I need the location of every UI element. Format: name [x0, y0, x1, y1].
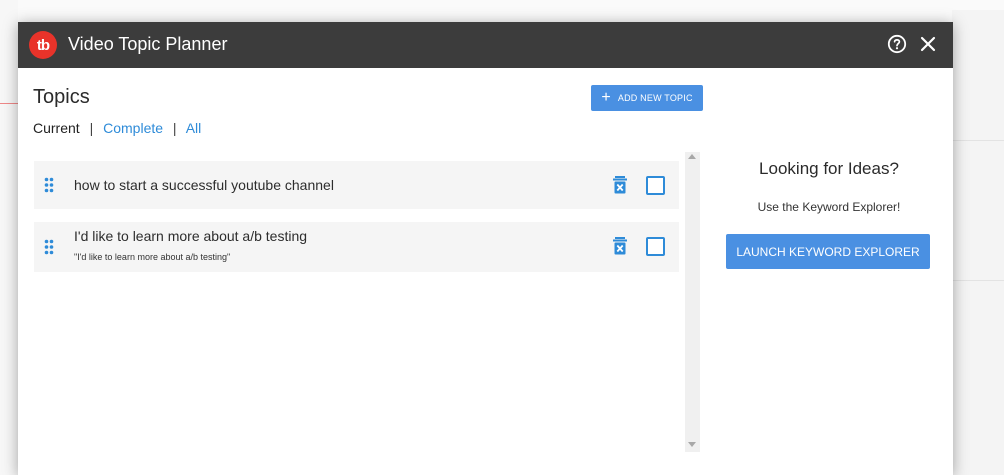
topic-subtitle: "I'd like to learn more about a/b testin…	[74, 252, 231, 262]
filter-separator: |	[172, 120, 177, 136]
topic-complete-checkbox[interactable]	[646, 176, 665, 195]
topics-heading: Topics	[33, 86, 90, 108]
topic-complete-checkbox[interactable]	[646, 237, 665, 256]
filter-tab-complete[interactable]: Complete	[103, 120, 163, 136]
topic-filter-tabs: Current | Complete | All	[33, 120, 201, 136]
add-new-topic-button[interactable]: + ADD NEW TOPIC	[591, 85, 703, 111]
ideas-subtitle: Use the Keyword Explorer!	[757, 200, 901, 214]
help-circle-icon[interactable]	[887, 34, 907, 54]
background-divider	[0, 103, 18, 104]
topic-title: I'd like to learn more about a/b testing	[74, 228, 308, 244]
drag-handle-icon[interactable]	[44, 177, 54, 193]
tubebuddy-logo: tb	[29, 31, 57, 59]
plus-icon: +	[601, 89, 611, 106]
trash-icon[interactable]	[612, 176, 628, 194]
background-left-strip	[0, 0, 18, 475]
add-new-topic-label: ADD NEW TOPIC	[617, 93, 693, 103]
topic-title: how to start a successful youtube channe…	[74, 177, 334, 193]
background-divider	[952, 140, 1004, 141]
video-topic-planner-modal: tb Video Topic Planner Topics Current | …	[18, 22, 953, 475]
filter-tab-all[interactable]: All	[186, 120, 202, 136]
filter-tab-current[interactable]: Current	[33, 120, 80, 136]
topic-list: how to start a successful youtube channe…	[34, 161, 679, 461]
scroll-up-arrow-icon[interactable]	[688, 154, 696, 159]
modal-title: Video Topic Planner	[68, 34, 228, 54]
topic-row[interactable]: I'd like to learn more about a/b testing…	[34, 222, 679, 272]
filter-separator: |	[89, 120, 94, 136]
launch-keyword-explorer-button[interactable]: LAUNCH KEYWORD EXPLORER	[726, 234, 930, 269]
background-divider	[952, 280, 1004, 281]
background-right-strip	[952, 10, 1004, 475]
drag-handle-icon[interactable]	[44, 239, 54, 255]
scroll-down-arrow-icon[interactable]	[688, 442, 696, 447]
close-icon[interactable]	[918, 34, 938, 54]
trash-icon[interactable]	[612, 237, 628, 255]
topic-list-scrollbar[interactable]	[685, 152, 700, 452]
ideas-heading: Looking for Ideas?	[759, 159, 899, 178]
modal-header: tb Video Topic Planner	[18, 22, 953, 68]
topic-row[interactable]: how to start a successful youtube channe…	[34, 161, 679, 209]
